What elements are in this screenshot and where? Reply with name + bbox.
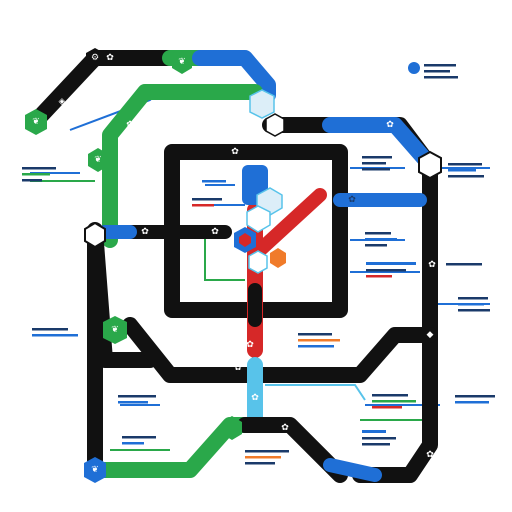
station-top-gear[interactable]: ✿ — [106, 53, 114, 63]
leaf-icon: ❦ — [32, 117, 40, 127]
gear-icon: ✿ — [141, 227, 149, 237]
label-block — [22, 167, 56, 182]
ice-cube-icon — [249, 89, 275, 119]
station-right-upper[interactable]: ✿ — [386, 120, 394, 130]
station-left-junction[interactable] — [84, 221, 106, 249]
station-cyan-low[interactable]: ✿ — [251, 393, 259, 403]
station-cube-top[interactable] — [249, 89, 275, 119]
leaf-icon: ❦ — [91, 465, 99, 475]
station-center-orange[interactable] — [270, 248, 286, 268]
label-block — [202, 180, 226, 183]
station-right-hex[interactable] — [418, 150, 442, 180]
gear-icon: ✿ — [211, 227, 219, 237]
gear-icon: ✿ — [266, 290, 274, 300]
gear-icon: ⚙ — [91, 53, 99, 63]
ice-cube-icon — [265, 113, 285, 137]
hexagon-station-icon — [418, 150, 442, 180]
gear-icon: ✿ — [234, 363, 242, 373]
label-block — [362, 430, 396, 446]
hexagon-station-icon — [270, 248, 286, 268]
label-block — [366, 262, 416, 278]
leaf-icon: ❦ — [178, 57, 186, 67]
leaf-icon: ❦ — [94, 155, 102, 165]
label-pin-icon — [408, 62, 420, 74]
route-black-right-branch — [122, 317, 438, 383]
label-block — [122, 436, 156, 445]
label-block — [424, 64, 458, 79]
gear-icon: ✿ — [386, 120, 394, 130]
label-block — [245, 450, 289, 465]
station-left-lower-leaf[interactable]: ❦ — [103, 316, 127, 344]
station-center-cube-low[interactable] — [248, 250, 268, 274]
station-left-upper[interactable]: ◈ — [59, 97, 66, 107]
station-center-cluster[interactable] — [242, 165, 283, 233]
gear-icon: ✿ — [246, 340, 254, 350]
station-square-top[interactable]: ✿ — [231, 147, 239, 157]
label-block — [118, 395, 156, 404]
gear-icon: ✿ — [106, 53, 114, 63]
droplet-icon: ◆ — [427, 330, 434, 340]
station-square-left[interactable]: ✿ — [211, 227, 219, 237]
label-block — [365, 232, 397, 247]
label-block — [298, 333, 340, 348]
connector-lower-1 — [265, 384, 366, 401]
station-red-mid[interactable]: ✿ — [246, 340, 254, 350]
route-blue-bottom — [323, 458, 382, 482]
leaf-icon: ❦ — [111, 325, 119, 335]
station-right-branch[interactable]: ◆ — [427, 330, 434, 340]
label-block — [372, 394, 416, 409]
label-block — [362, 156, 392, 171]
station-lower-mid[interactable]: ✿ — [234, 363, 242, 373]
label-block — [455, 395, 495, 404]
station-upper-mid[interactable]: ✿ — [126, 120, 134, 130]
transit-network-diagram: ⚙ ✿ ❦ ❦ ◈ ✿ ❦ ✿ ✿ ✿ ✿ ✿ ✿ ✿ ◆ ❦ ✿ ✿ ✿ ✿ … — [0, 0, 512, 512]
hexagon-station-icon — [84, 221, 106, 249]
label-block — [448, 163, 484, 178]
gear-icon: ✿ — [251, 393, 259, 403]
gear-icon: ✿ — [281, 423, 289, 433]
gear-icon: ✿ — [126, 120, 134, 130]
station-right-gear[interactable]: ✿ — [428, 260, 436, 270]
station-square-right[interactable]: ✿ — [348, 195, 356, 205]
station-cube-top-2[interactable] — [265, 113, 285, 137]
station-top-right-pin[interactable] — [408, 62, 420, 74]
station-bottom-right[interactable]: ✿ — [426, 450, 434, 460]
station-square-bottom[interactable]: ✿ — [266, 290, 274, 300]
gear-icon: ✿ — [426, 450, 434, 460]
station-mid-left-gear[interactable]: ✿ — [141, 227, 149, 237]
route-green-arc — [102, 84, 263, 248]
label-block — [446, 263, 482, 266]
label-pin-icon — [109, 225, 127, 239]
network-canvas: ⚙ ✿ ❦ ❦ ◈ ✿ ❦ ✿ ✿ ✿ ✿ ✿ ✿ ✿ ◆ ❦ ✿ ✿ ✿ ✿ … — [22, 48, 495, 483]
gear-icon: ✿ — [231, 147, 239, 157]
gear-icon: ✿ — [348, 195, 356, 205]
station-bottom-black[interactable]: ✿ — [281, 423, 289, 433]
droplet-icon: ◈ — [59, 97, 66, 107]
label-block — [32, 328, 78, 337]
station-blue-left[interactable] — [109, 225, 127, 239]
gear-icon: ✿ — [428, 260, 436, 270]
ice-cube-icon — [248, 250, 268, 274]
